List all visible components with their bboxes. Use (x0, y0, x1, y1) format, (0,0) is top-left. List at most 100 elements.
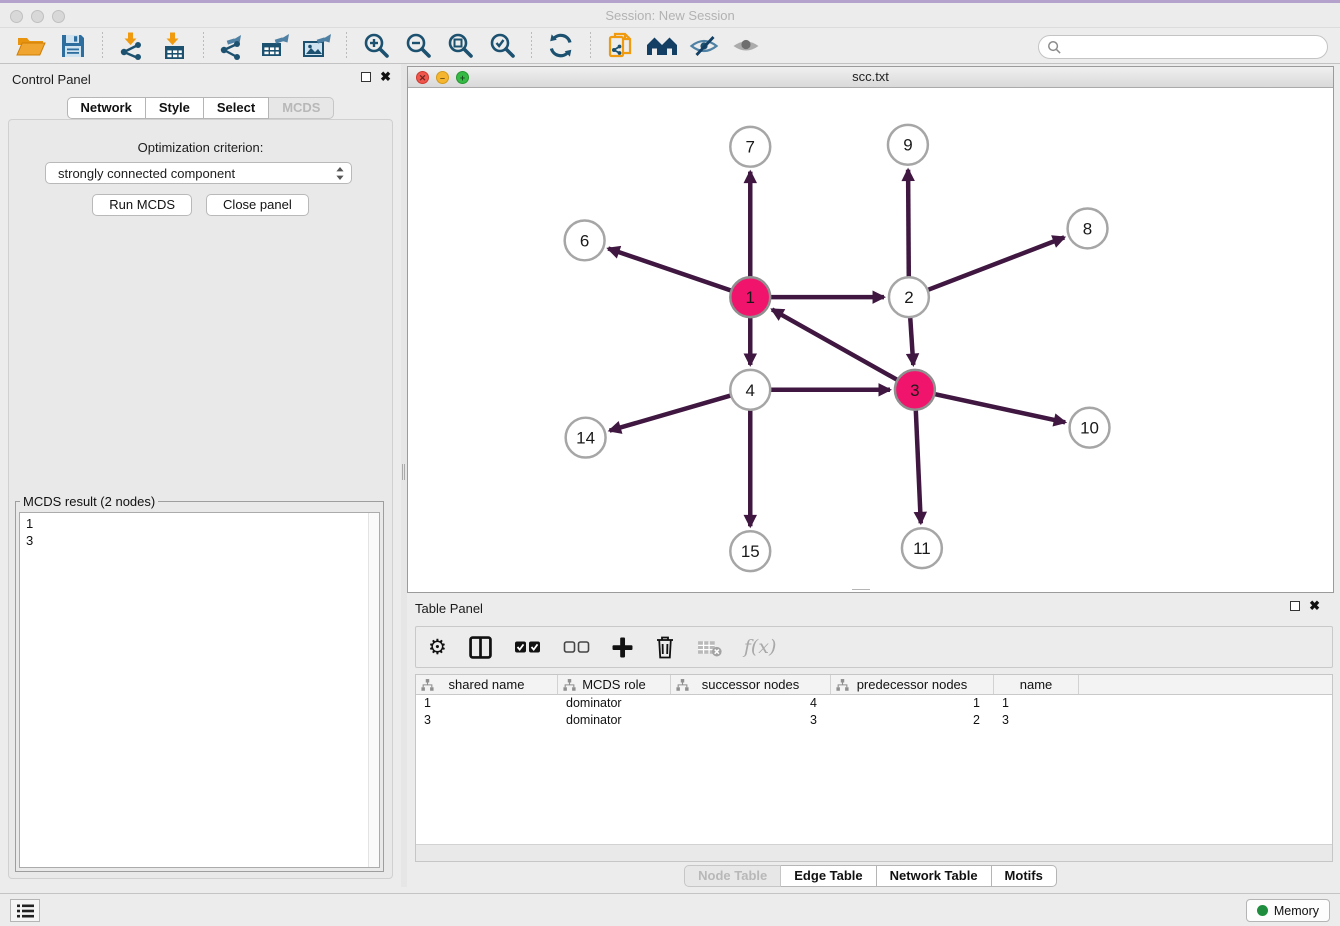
tab-mcds[interactable]: MCDS (269, 97, 334, 119)
graph-node-14[interactable]: 14 (566, 418, 606, 458)
main-toolbar (0, 27, 1340, 64)
cell-name: 1 (994, 695, 1079, 712)
toolbar-separator (590, 32, 591, 60)
graph-edge-2-8[interactable] (909, 237, 1064, 297)
column-label: MCDS role (582, 677, 646, 692)
float-panel-icon[interactable] (361, 72, 371, 82)
graph-node-6[interactable]: 6 (565, 220, 605, 260)
tab-network-table[interactable]: Network Table (877, 865, 992, 887)
table-panel-title: Table Panel (415, 601, 483, 616)
criterion-select[interactable]: strongly connected component (45, 162, 352, 184)
criterion-select-value: strongly connected component (58, 166, 335, 181)
save-session-icon[interactable] (56, 31, 90, 61)
hierarchy-icon (676, 679, 689, 691)
column-header-successor-nodes[interactable]: successor nodes (671, 675, 831, 694)
graph-node-1[interactable]: 1 (730, 277, 770, 317)
export-table-icon[interactable] (258, 31, 292, 61)
graph-node-label: 4 (746, 381, 755, 400)
memory-label: Memory (1274, 904, 1319, 918)
network-canvas[interactable]: 7 9 6 8 1 2 4 3 14 10 15 11 (408, 88, 1333, 592)
search-input[interactable] (1066, 37, 1327, 57)
import-network-icon[interactable] (115, 31, 149, 61)
select-all-rows-icon[interactable] (514, 632, 541, 662)
graph-edge-4-14[interactable] (610, 390, 751, 431)
float-table-panel-icon[interactable] (1290, 601, 1300, 611)
graph-node-15[interactable]: 15 (730, 531, 770, 571)
column-visibility-icon[interactable] (469, 632, 492, 662)
mcds-result-text[interactable]: 1 3 (19, 512, 380, 868)
control-panel-tabs: Network Style Select MCDS (0, 97, 401, 119)
table-row[interactable]: 3 dominator 3 2 3 (416, 712, 1332, 729)
refresh-view-icon[interactable] (544, 31, 578, 61)
optimization-criterion-label: Optimization criterion: (9, 140, 392, 155)
task-list-icon (17, 904, 34, 918)
export-image-icon[interactable] (300, 31, 334, 61)
function-builder-icon[interactable]: f(x) (744, 632, 777, 662)
import-table-icon[interactable] (157, 31, 191, 61)
zoom-selected-icon[interactable] (485, 31, 519, 61)
status-bar: Memory (0, 893, 1340, 926)
control-panel-title: Control Panel (12, 72, 91, 87)
first-neighbors-icon[interactable] (645, 31, 679, 61)
graph-node-label: 8 (1083, 219, 1092, 238)
open-session-icon[interactable] (14, 31, 48, 61)
column-header-mcds-role[interactable]: MCDS role (558, 675, 671, 694)
cell-name: 3 (994, 712, 1079, 729)
table-panel-header: Table Panel ✖ (407, 599, 1334, 619)
tab-network[interactable]: Network (67, 97, 146, 119)
graph-edge-3-10[interactable] (915, 390, 1065, 423)
tab-select[interactable]: Select (204, 97, 269, 119)
table-row[interactable]: 1 dominator 4 1 1 (416, 695, 1332, 712)
graph-node-label: 3 (910, 381, 919, 400)
window-titlebar: Session: New Session (0, 3, 1340, 27)
create-column-plus-icon[interactable] (612, 632, 633, 662)
delete-table-icon[interactable] (697, 632, 722, 662)
search-box[interactable] (1038, 35, 1328, 59)
result-scrollbar[interactable] (368, 513, 379, 867)
table-toolbar: ⚙ f(x) (415, 626, 1333, 668)
column-header-shared-name[interactable]: shared name (416, 675, 558, 694)
tab-motifs[interactable]: Motifs (992, 865, 1057, 887)
show-all-icon[interactable] (729, 31, 763, 61)
deselect-all-rows-icon[interactable] (563, 632, 590, 662)
graph-node-4[interactable]: 4 (730, 370, 770, 410)
graph-node-10[interactable]: 10 (1070, 408, 1110, 448)
graph-node-7[interactable]: 7 (730, 127, 770, 167)
graph-node-2[interactable]: 2 (889, 277, 929, 317)
table-horizontal-scrollbar[interactable] (416, 844, 1332, 861)
hierarchy-icon (836, 679, 849, 691)
table-tabs: Node Table Edge Table Network Table Moti… (407, 865, 1334, 887)
column-header-predecessor-nodes[interactable]: predecessor nodes (831, 675, 994, 694)
duplicate-network-icon[interactable] (603, 31, 637, 61)
graph-node-label: 10 (1080, 419, 1099, 438)
graph-node-label: 1 (746, 288, 755, 307)
graph-node-3[interactable]: 3 (895, 370, 935, 410)
graph-edge-3-1[interactable] (772, 309, 915, 389)
node-table: shared name MCDS role successor nodes pr… (415, 674, 1333, 862)
tab-node-table[interactable]: Node Table (684, 865, 781, 887)
toolbar-separator (531, 32, 532, 60)
close-panel-button[interactable]: Close panel (206, 194, 309, 216)
tab-edge-table[interactable]: Edge Table (781, 865, 876, 887)
graph-edge-1-6[interactable] (608, 248, 750, 297)
close-table-panel-icon[interactable]: ✖ (1309, 601, 1320, 611)
hide-selected-icon[interactable] (687, 31, 721, 61)
zoom-in-icon[interactable] (359, 31, 393, 61)
column-header-name[interactable]: name (994, 675, 1079, 694)
graph-node-11[interactable]: 11 (902, 528, 942, 568)
close-panel-icon[interactable]: ✖ (380, 72, 391, 82)
graph-node-8[interactable]: 8 (1068, 209, 1108, 249)
memory-button[interactable]: Memory (1246, 899, 1330, 922)
task-history-button[interactable] (10, 899, 40, 922)
export-network-icon[interactable] (216, 31, 250, 61)
zoom-fit-icon[interactable] (443, 31, 477, 61)
run-mcds-button[interactable]: Run MCDS (92, 194, 192, 216)
graph-node-9[interactable]: 9 (888, 125, 928, 165)
window-title: Session: New Session (0, 8, 1340, 23)
table-header-row: shared name MCDS role successor nodes pr… (416, 675, 1332, 695)
tab-style[interactable]: Style (146, 97, 204, 119)
zoom-out-icon[interactable] (401, 31, 435, 61)
delete-column-trash-icon[interactable] (655, 632, 675, 662)
table-settings-gear-icon[interactable]: ⚙ (428, 632, 447, 662)
cell-successor-nodes: 3 (671, 712, 831, 729)
